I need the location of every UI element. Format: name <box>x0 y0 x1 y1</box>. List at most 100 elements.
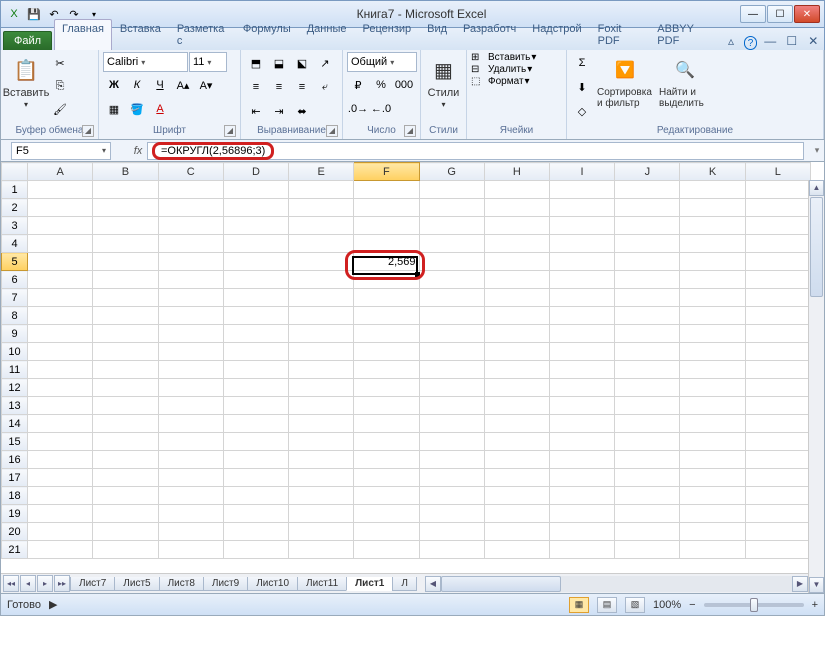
scroll-left[interactable]: ◀ <box>425 576 441 592</box>
cell-A6[interactable] <box>28 271 93 289</box>
cell-L2[interactable] <box>745 199 810 217</box>
col-header-J[interactable]: J <box>615 163 680 181</box>
col-header-E[interactable]: E <box>289 163 354 181</box>
cell-E20[interactable] <box>289 523 354 541</box>
cell-A5[interactable] <box>28 253 93 271</box>
cell-B13[interactable] <box>93 397 158 415</box>
cell-F6[interactable] <box>354 271 419 289</box>
cell-J13[interactable] <box>615 397 680 415</box>
cell-K1[interactable] <box>680 181 745 199</box>
comma-button[interactable]: 000 <box>393 74 415 96</box>
row-header-7[interactable]: 7 <box>2 289 28 307</box>
percent-button[interactable]: % <box>370 74 392 96</box>
paste-button[interactable]: 📋 Вставить ▾ <box>5 52 47 111</box>
cell-C21[interactable] <box>158 541 223 559</box>
cell-K5[interactable] <box>680 253 745 271</box>
cell-B3[interactable] <box>93 217 158 235</box>
font-dialog[interactable]: ◢ <box>224 125 236 137</box>
col-header-F[interactable]: F <box>354 163 419 181</box>
cell-I8[interactable] <box>549 307 614 325</box>
cell-D4[interactable] <box>223 235 288 253</box>
sheet-tab-Лист10[interactable]: Лист10 <box>247 577 298 591</box>
cell-G16[interactable] <box>419 451 484 469</box>
cell-I17[interactable] <box>549 469 614 487</box>
cell-H14[interactable] <box>484 415 549 433</box>
sheet-nav-2[interactable]: ▸ <box>37 575 53 592</box>
cell-L11[interactable] <box>745 361 810 379</box>
help-button[interactable]: ? <box>744 36 758 50</box>
cell-H21[interactable] <box>484 541 549 559</box>
cell-H17[interactable] <box>484 469 549 487</box>
cell-J5[interactable] <box>615 253 680 271</box>
cell-G12[interactable] <box>419 379 484 397</box>
cell-A19[interactable] <box>28 505 93 523</box>
currency-button[interactable]: ₽ <box>347 74 369 96</box>
cell-C14[interactable] <box>158 415 223 433</box>
qat-save[interactable]: 💾 <box>25 5 43 23</box>
cell-K14[interactable] <box>680 415 745 433</box>
cell-L14[interactable] <box>745 415 810 433</box>
scroll-right[interactable]: ▶ <box>792 576 808 592</box>
col-header-K[interactable]: K <box>680 163 745 181</box>
row-header-16[interactable]: 16 <box>2 451 28 469</box>
cell-G1[interactable] <box>419 181 484 199</box>
cell-L21[interactable] <box>745 541 810 559</box>
cell-A14[interactable] <box>28 415 93 433</box>
row-header-5[interactable]: 5 <box>2 253 28 271</box>
cell-H8[interactable] <box>484 307 549 325</box>
sheet-tab-Лист7[interactable]: Лист7 <box>70 577 115 591</box>
cell-K6[interactable] <box>680 271 745 289</box>
cell-K19[interactable] <box>680 505 745 523</box>
cell-F10[interactable] <box>354 343 419 361</box>
cell-I10[interactable] <box>549 343 614 361</box>
cell-D8[interactable] <box>223 307 288 325</box>
cell-I21[interactable] <box>549 541 614 559</box>
cell-C9[interactable] <box>158 325 223 343</box>
sort-filter-button[interactable]: 🔽 Сортировка и фильтр <box>595 52 655 111</box>
cell-E14[interactable] <box>289 415 354 433</box>
cell-L8[interactable] <box>745 307 810 325</box>
grow-font-button[interactable]: A▴ <box>172 74 194 96</box>
cell-A15[interactable] <box>28 433 93 451</box>
number-dialog[interactable]: ◢ <box>404 125 416 137</box>
cell-A8[interactable] <box>28 307 93 325</box>
cell-I2[interactable] <box>549 199 614 217</box>
cell-C5[interactable] <box>158 253 223 271</box>
cell-L3[interactable] <box>745 217 810 235</box>
cell-E13[interactable] <box>289 397 354 415</box>
cell-I15[interactable] <box>549 433 614 451</box>
mdi-minimize[interactable]: — <box>761 32 779 50</box>
sheet-nav-0[interactable]: ◂◂ <box>3 575 19 592</box>
cell-I12[interactable] <box>549 379 614 397</box>
row-header-12[interactable]: 12 <box>2 379 28 397</box>
col-header-C[interactable]: C <box>158 163 223 181</box>
cell-F8[interactable] <box>354 307 419 325</box>
cell-I19[interactable] <box>549 505 614 523</box>
view-layout[interactable]: ▤ <box>597 597 617 613</box>
cell-G4[interactable] <box>419 235 484 253</box>
row-header-18[interactable]: 18 <box>2 487 28 505</box>
cell-H3[interactable] <box>484 217 549 235</box>
zoom-out[interactable]: − <box>689 599 695 611</box>
horizontal-scrollbar[interactable]: ◀ ▶ <box>425 574 808 593</box>
cell-D3[interactable] <box>223 217 288 235</box>
font-name-combo[interactable]: Calibri▾ <box>103 52 188 72</box>
cell-J8[interactable] <box>615 307 680 325</box>
cell-H15[interactable] <box>484 433 549 451</box>
scroll-down[interactable]: ▼ <box>809 577 824 593</box>
cell-C3[interactable] <box>158 217 223 235</box>
cell-J19[interactable] <box>615 505 680 523</box>
cell-F18[interactable] <box>354 487 419 505</box>
col-header-L[interactable]: L <box>745 163 810 181</box>
cell-F2[interactable] <box>354 199 419 217</box>
cell-H11[interactable] <box>484 361 549 379</box>
cell-I6[interactable] <box>549 271 614 289</box>
cell-D12[interactable] <box>223 379 288 397</box>
cell-D18[interactable] <box>223 487 288 505</box>
cell-J4[interactable] <box>615 235 680 253</box>
cell-B18[interactable] <box>93 487 158 505</box>
orientation[interactable]: ↗ <box>314 52 336 74</box>
cell-I11[interactable] <box>549 361 614 379</box>
font-color-button[interactable]: A <box>149 98 171 120</box>
cell-B11[interactable] <box>93 361 158 379</box>
